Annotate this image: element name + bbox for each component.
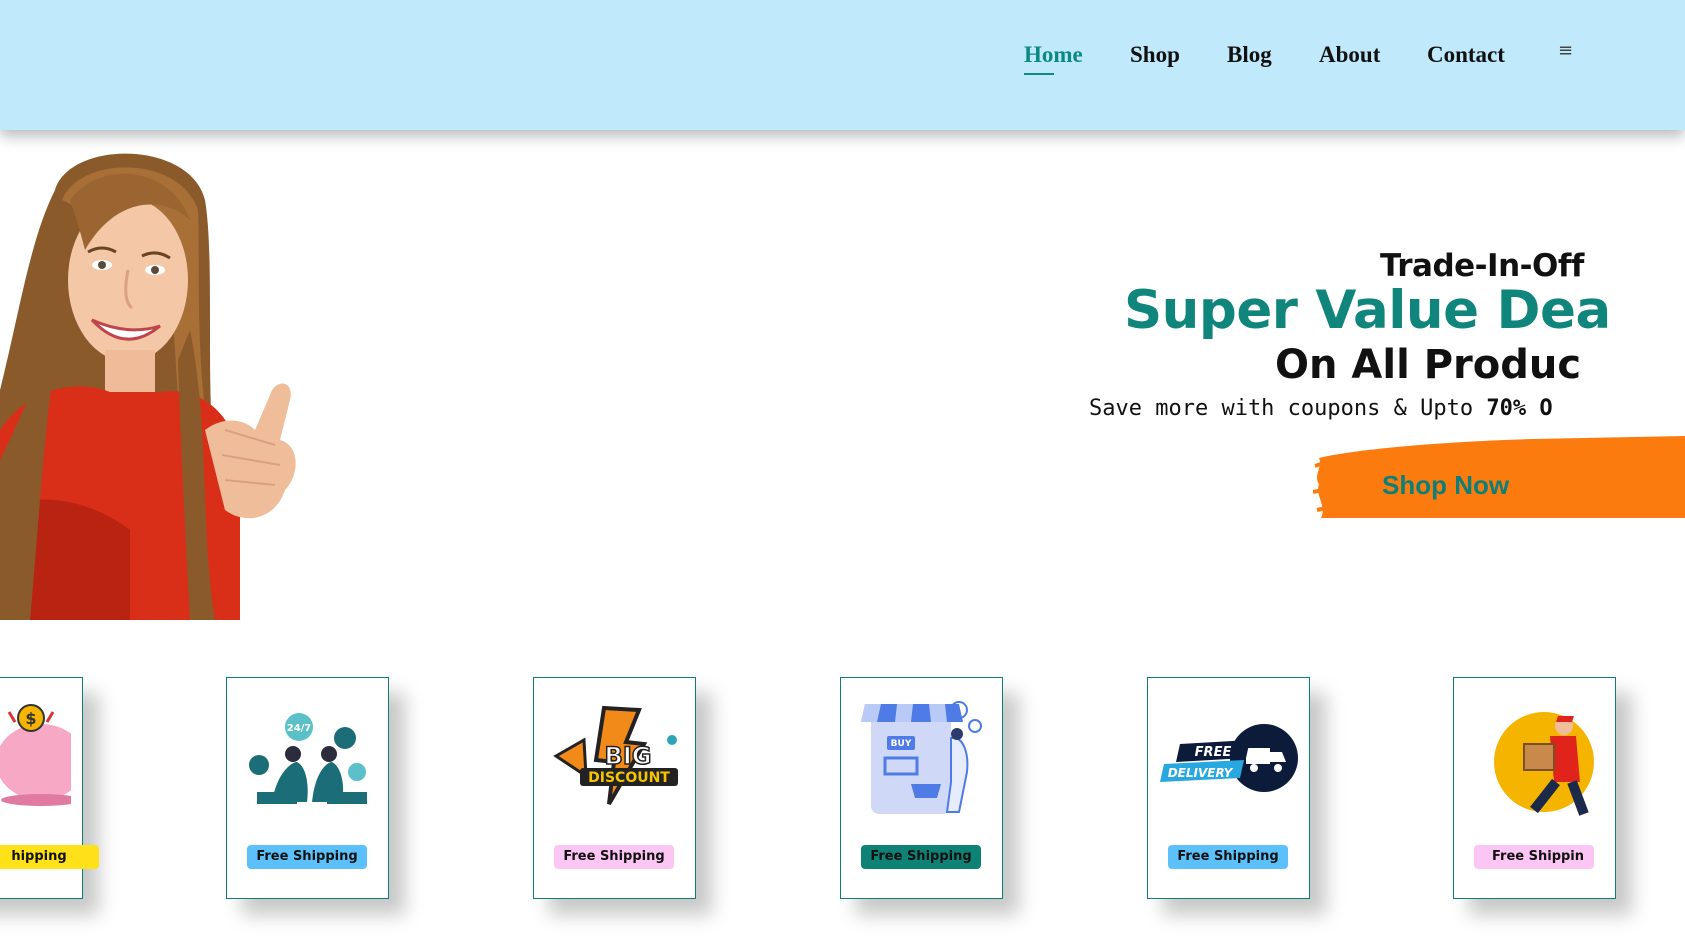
hero-headline: Super Value Dea [1124, 280, 1611, 341]
card-badge: Free Shipping [554, 845, 674, 869]
hero-tagline-discount: 70% O [1486, 396, 1553, 421]
hero-subheadline: On All Produc [1275, 342, 1582, 388]
nav-about[interactable]: About [1319, 42, 1380, 68]
svg-text:$: $ [25, 709, 36, 728]
delivery-man-icon [1494, 712, 1594, 816]
hero-tagline: Save more with coupons & Upto 70% O [1089, 396, 1553, 421]
svg-text:BIG: BIG [605, 742, 652, 770]
support-247-icon: 24/7 [249, 713, 367, 804]
piggy-bank-icon: $ [0, 704, 71, 806]
online-shop-icon: BUY [861, 701, 982, 814]
hero-woman-image [0, 153, 296, 620]
feature-card-support[interactable]: 24/7 Free Shipping [226, 677, 389, 899]
svg-text:DELIVERY: DELIVERY [1168, 766, 1234, 780]
card-badge: Free Shipping [1168, 845, 1288, 869]
site-header: Home Shop Blog About Contact ≡ [0, 0, 1685, 130]
nav-shop[interactable]: Shop [1130, 42, 1180, 68]
svg-text:BUY: BUY [891, 739, 912, 749]
shop-now-button[interactable]: Shop Now [1313, 436, 1685, 520]
nav-blog[interactable]: Blog [1227, 42, 1272, 68]
feature-card-piggy[interactable]: $ hipping [0, 677, 99, 899]
cart-icon[interactable]: ≡ [1558, 40, 1573, 61]
shop-now-label: Shop Now [1382, 470, 1510, 500]
card-badge: Free Shipping [247, 845, 367, 869]
card-badge: hipping [0, 845, 99, 869]
feature-card-delivery-man[interactable]: Free Shippin [1453, 677, 1616, 899]
feature-card-online-shop[interactable]: BUY Free Shipping [840, 677, 1003, 899]
hero-kicker: Trade-In-Off [1380, 248, 1584, 284]
big-discount-icon: BIG DISCOUNT [553, 705, 678, 806]
active-nav-underline [1024, 73, 1054, 75]
feature-card-discount[interactable]: BIG DISCOUNT Free Shipping [533, 677, 696, 899]
svg-text:DISCOUNT: DISCOUNT [588, 770, 670, 786]
svg-text:24/7: 24/7 [287, 723, 312, 734]
svg-text:FREE: FREE [1195, 745, 1232, 760]
feature-card-free-delivery[interactable]: FREE DELIVERY Free Shipping [1147, 677, 1310, 899]
nav-home[interactable]: Home [1024, 42, 1083, 68]
free-delivery-icon: FREE DELIVERY [1160, 724, 1298, 792]
nav-contact[interactable]: Contact [1427, 42, 1505, 68]
card-badge: Free Shipping [861, 845, 981, 869]
hero-tagline-text: Save more with coupons & Upto [1089, 396, 1474, 421]
card-badge: Free Shippin [1474, 845, 1594, 869]
